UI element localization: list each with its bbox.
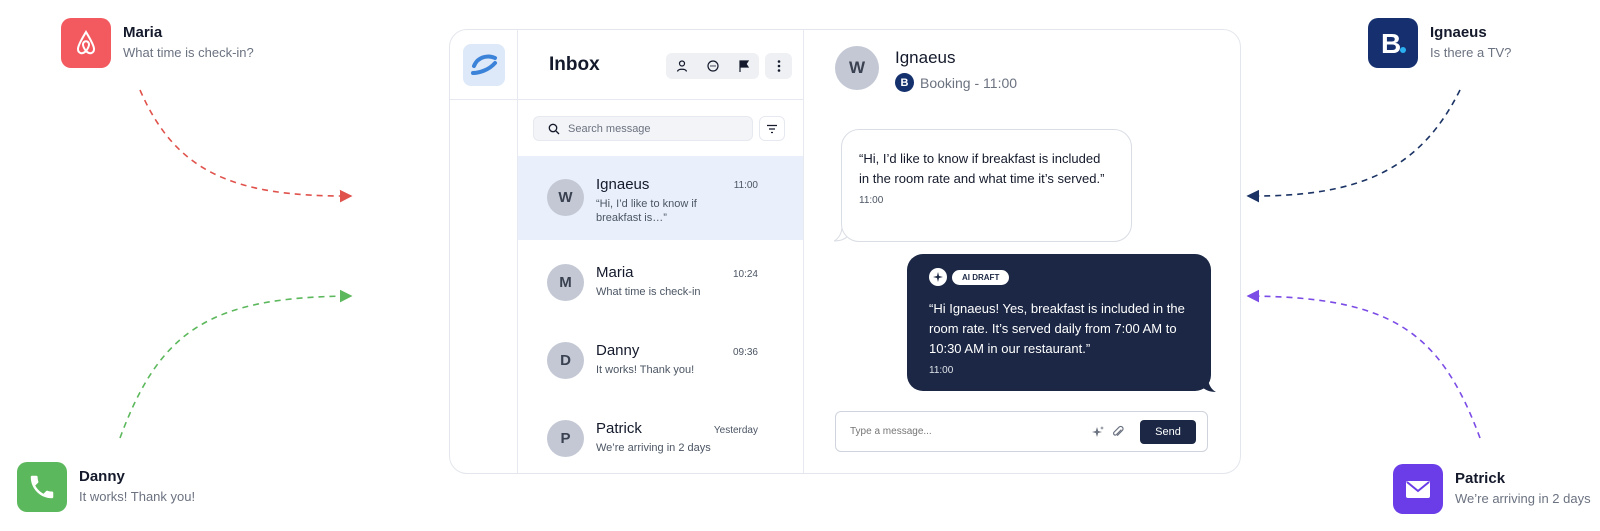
chat-icon[interactable] [697, 53, 728, 79]
arrow-phone [119, 289, 353, 439]
send-button[interactable]: Send [1140, 420, 1196, 444]
message-time: 11:00 [859, 195, 884, 206]
app-logo-icon[interactable] [462, 43, 505, 86]
inbox-app: Inbox Search message W Ignaeus 11:00 “Hi… [449, 29, 1241, 474]
avatar: M [547, 264, 584, 301]
search-icon [548, 123, 560, 134]
source-phone: Danny It works! Thank you! [17, 462, 195, 512]
arrow-email [1246, 289, 1481, 439]
arrow-airbnb [139, 89, 353, 203]
mail-icon [1393, 464, 1443, 514]
conversation-name: Danny [596, 342, 640, 359]
conversation-name: Ignaeus [596, 176, 650, 193]
phone-icon [17, 462, 67, 512]
ai-draft-message[interactable]: AI DRAFT “Hi Ignaeus! Yes, breakfast is … [907, 254, 1211, 391]
conversation-item-maria[interactable]: M Maria 10:24 What time is check-in [518, 252, 803, 336]
conversation-time: 09:36 [732, 347, 758, 358]
contact-avatar: W [835, 46, 879, 90]
conversation-time: Yesterday [713, 425, 758, 436]
source-name: Maria [123, 24, 163, 41]
page-title: Inbox [549, 53, 600, 75]
conversation-preview: It works! Thank you! [596, 364, 695, 376]
conversation-name: Patrick [596, 420, 642, 437]
conversation-name: Maria [596, 264, 634, 281]
source-message: We’re arriving in 2 days [1455, 491, 1591, 506]
conversation-item-danny[interactable]: D Danny 09:36 It works! Thank you! [518, 330, 803, 414]
side-rail [450, 30, 518, 473]
search-box [533, 116, 753, 141]
message-composer: Send [835, 411, 1208, 452]
paperclip-icon[interactable] [1111, 425, 1125, 439]
person-icon[interactable] [666, 53, 697, 79]
svg-text:B: B [1381, 28, 1401, 59]
source-email: Patrick We’re arriving in 2 days [1393, 464, 1591, 514]
contact-name: Ignaeus [895, 48, 956, 67]
contact-source-label: Booking - 11:00 [920, 74, 1018, 91]
avatar: P [547, 420, 584, 457]
booking-icon: B [895, 73, 914, 92]
source-message: Is there a TV? [1430, 45, 1512, 60]
ai-sparkle-icon[interactable] [1091, 425, 1105, 439]
avatar: W [547, 179, 584, 216]
chat-panel: W Ignaeus B Booking - 11:00 “Hi, I’d lik… [804, 30, 1240, 473]
search-input[interactable] [568, 122, 738, 135]
inbox-toolbar [666, 53, 792, 79]
avatar: D [547, 342, 584, 379]
flag-icon[interactable] [728, 53, 759, 79]
filter-icon [767, 124, 777, 133]
contact-source: B Booking - 11:00 [895, 73, 1017, 92]
message-time: 11:00 [929, 365, 954, 376]
source-message: What time is check-in? [123, 45, 254, 60]
conversation-item-ignaeus[interactable]: W Ignaeus 11:00 “Hi, I’d like to know if… [518, 156, 803, 240]
filter-button[interactable] [759, 116, 785, 141]
incoming-message: “Hi, I’d like to know if breakfast is in… [841, 129, 1132, 242]
message-text: “Hi, I’d like to know if breakfast is in… [859, 151, 1105, 186]
source-airbnb: Maria What time is check-in? [61, 18, 254, 68]
source-name: Danny [79, 468, 125, 485]
source-booking: B Ignaeus Is there a TV? [1368, 18, 1511, 68]
airbnb-icon [61, 18, 111, 68]
source-message: It works! Thank you! [79, 489, 196, 504]
conversation-preview: “Hi, I’d like to know if breakfast is…” [596, 198, 697, 224]
source-name: Ignaeus [1430, 24, 1487, 41]
source-name: Patrick [1455, 470, 1506, 487]
conversation-preview: We’re arriving in 2 days [596, 442, 711, 454]
conversation-time: 11:00 [733, 180, 758, 191]
arrow-booking [1246, 89, 1461, 203]
conversation-list: Inbox Search message W Ignaeus 11:00 “Hi… [518, 30, 804, 473]
conversation-preview: What time is check-in [596, 286, 701, 298]
conversation-item-patrick[interactable]: P Patrick Yesterday We’re arriving in 2 … [518, 408, 803, 473]
more-icon[interactable] [765, 53, 792, 79]
conversation-time: 10:24 [732, 269, 758, 280]
sparkle-icon [929, 268, 947, 286]
ai-draft-badge: AI DRAFT [952, 269, 1010, 285]
booking-icon: B [1368, 18, 1418, 68]
message-input[interactable] [850, 426, 1090, 437]
message-text: “Hi Ignaeus! Yes, breakfast is included … [929, 301, 1185, 356]
